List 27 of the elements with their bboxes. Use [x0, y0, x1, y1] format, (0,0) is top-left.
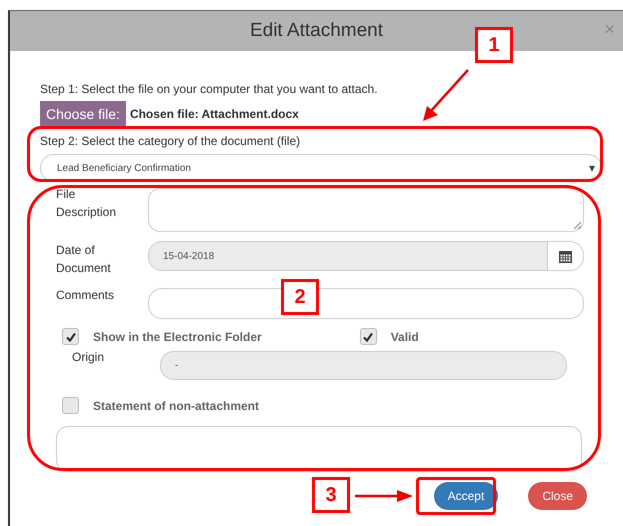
callout-number: 1 — [475, 27, 513, 63]
checkbox[interactable] — [360, 328, 377, 345]
field-label: Origin — [72, 350, 106, 364]
statement-field[interactable] — [56, 426, 582, 472]
description-field[interactable] — [148, 188, 584, 232]
close-button[interactable]: Close — [528, 482, 587, 510]
field-label: File Description — [56, 186, 118, 221]
choose-file-button[interactable]: Choose file: — [40, 101, 126, 126]
resize-grip-icon[interactable] — [573, 221, 581, 229]
checkbox-label: Show in the Electronic Folder — [93, 330, 262, 344]
origin-field: - — [160, 351, 567, 380]
window-title: Edit Attachment — [250, 20, 384, 42]
step-text: Step 1: Select the file on your computer that you want to attach. — [40, 82, 379, 96]
field-label: Comments — [56, 287, 116, 304]
callout-number: 2 — [281, 279, 319, 315]
callout-arrow — [420, 68, 472, 124]
checkbox-label: Valid — [390, 330, 419, 344]
checkbox-label: Statement of non-attachment — [93, 398, 260, 412]
callout-arrow — [355, 490, 413, 502]
chosen-file-text: Chosen file: Attachment.docx — [130, 106, 299, 120]
accept-button[interactable]: Accept — [434, 482, 498, 510]
callout-number: 3 — [312, 477, 350, 513]
checkbox[interactable] — [62, 328, 79, 345]
step-text: Step 2: Select the category of the document (file) — [40, 134, 302, 148]
checkbox[interactable] — [62, 397, 79, 414]
field-label: Date of Document — [56, 242, 112, 277]
category-dropdown[interactable]: Lead Beneficiary Confirmation ▾ — [40, 154, 602, 182]
